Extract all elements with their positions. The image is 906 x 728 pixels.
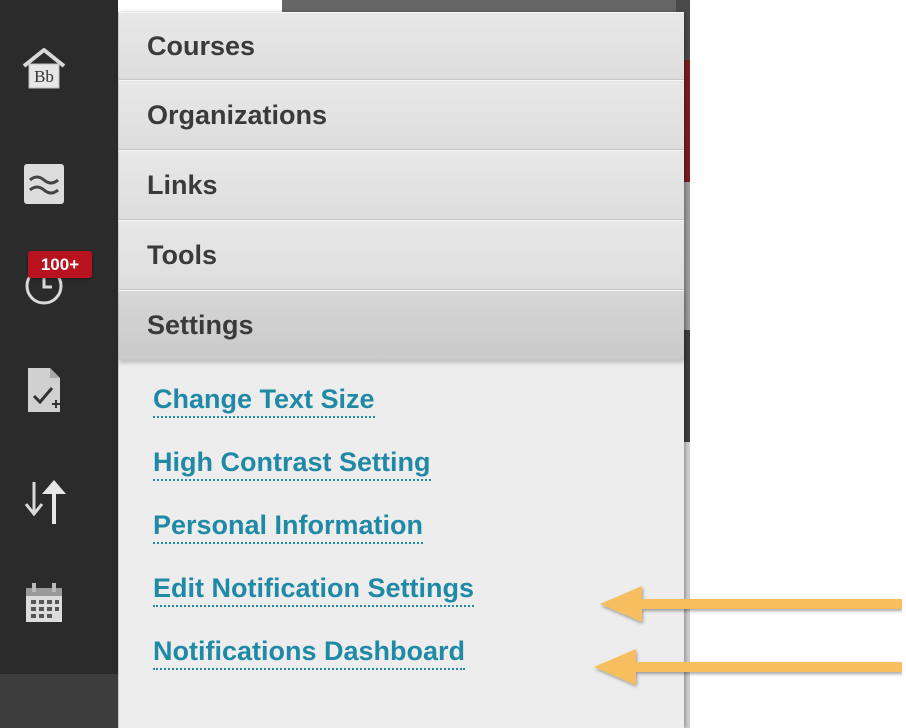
global-nav-rail: Bb 100+ <box>0 0 118 728</box>
grades-icon[interactable] <box>20 366 68 414</box>
menu-item-label: Settings <box>147 309 254 340</box>
blackboard-logo-text: Bb <box>34 67 54 86</box>
menu-item-organizations[interactable]: Organizations <box>119 80 684 150</box>
background-page-edge <box>282 0 690 12</box>
link-personal-information[interactable]: Personal Information <box>153 508 424 544</box>
menu-item-label: Links <box>147 169 218 200</box>
updown-arrows-icon[interactable] <box>20 478 68 526</box>
home-icon[interactable]: Bb <box>20 44 68 92</box>
menu-item-settings[interactable]: Settings <box>119 290 684 360</box>
notification-count-badge[interactable]: 100+ <box>28 251 92 278</box>
calendar-icon[interactable] <box>20 580 68 628</box>
menu-item-label: Tools <box>147 239 217 270</box>
waves-icon[interactable] <box>20 160 68 208</box>
link-high-contrast-setting[interactable]: High Contrast Setting <box>153 445 431 481</box>
link-edit-notification-settings[interactable]: Edit Notification Settings <box>153 571 474 607</box>
menu-item-label: Courses <box>147 30 256 61</box>
menu-item-label: Organizations <box>147 99 328 130</box>
annotation-arrow-icon <box>600 586 902 622</box>
menu-item-courses[interactable]: Courses <box>119 12 684 80</box>
link-notifications-dashboard[interactable]: Notifications Dashboard <box>153 634 466 670</box>
annotation-arrow-icon <box>594 649 902 685</box>
menu-item-links[interactable]: Links <box>119 150 684 220</box>
menu-item-tools[interactable]: Tools <box>119 220 684 290</box>
rail-footer <box>0 674 118 728</box>
screen: Bb 100+ Courses Organizations Links Tool… <box>0 0 906 728</box>
link-change-text-size[interactable]: Change Text Size <box>153 382 375 418</box>
